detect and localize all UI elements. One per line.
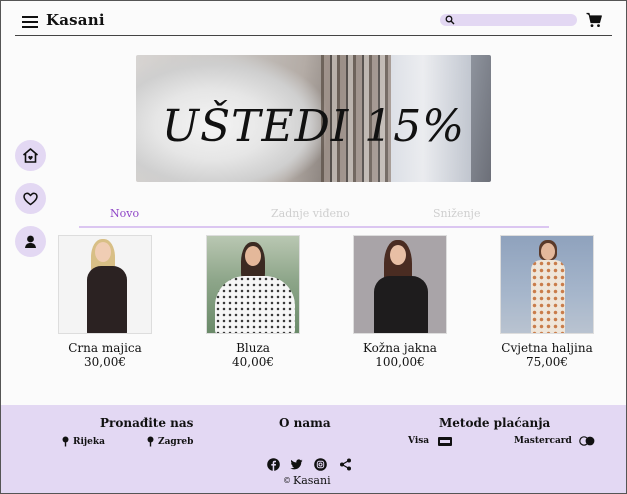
tab-new[interactable]: Novo (110, 207, 139, 220)
product-image (206, 235, 300, 334)
product-price: 40,00€ (232, 355, 274, 369)
product-image (58, 235, 152, 334)
product-card[interactable]: Bluza 40,00€ (206, 235, 300, 369)
location-zagreb[interactable]: Zagreb (146, 436, 193, 447)
visa-card-icon (438, 436, 453, 446)
tab-recently-viewed[interactable]: Zadnje viđeno (271, 207, 350, 220)
product-name: Crna majica (68, 341, 142, 355)
product-card[interactable]: Kožna jakna 100,00€ (353, 235, 447, 369)
mastercard-icon (579, 436, 595, 446)
profile-icon (25, 235, 36, 248)
hero-banner[interactable]: UŠTEDI 15% (136, 55, 491, 182)
tabs-underline (79, 226, 549, 228)
product-price: 30,00€ (84, 355, 126, 369)
product-name: Bluza (236, 341, 270, 355)
home-icon (22, 148, 39, 163)
payment-label: Visa (408, 436, 430, 446)
footer: Pronađite nas O nama Metode plaćanja Rij… (1, 405, 626, 493)
footer-payment-title: Metode plaćanja (439, 416, 551, 430)
instagram-icon[interactable] (314, 458, 327, 471)
payment-visa: Visa (408, 436, 453, 446)
copyright-icon: © (283, 476, 291, 485)
brand-logo[interactable]: Kasani (46, 11, 105, 29)
payment-mastercard: Mastercard (514, 436, 595, 446)
location-label: Rijeka (73, 436, 105, 447)
share-icon[interactable] (339, 458, 352, 471)
hero-text: UŠTEDI 15% (161, 101, 466, 152)
payment-label: Mastercard (514, 436, 572, 446)
tab-sale[interactable]: Sniženje (433, 207, 480, 220)
header-divider (15, 35, 612, 36)
product-name: Kožna jakna (363, 341, 437, 355)
menu-icon[interactable] (22, 16, 38, 28)
favorites-button[interactable] (15, 183, 46, 214)
cart-icon[interactable] (586, 12, 602, 28)
twitter-icon[interactable] (290, 458, 303, 471)
home-button[interactable] (15, 140, 46, 171)
product-image (500, 235, 594, 334)
product-card[interactable]: Crna majica 30,00€ (58, 235, 152, 369)
location-label: Zagreb (158, 436, 194, 447)
product-price: 100,00€ (375, 355, 425, 369)
location-pin-icon (62, 436, 69, 447)
product-card[interactable]: Cvjetna haljina 75,00€ (500, 235, 594, 369)
product-image (353, 235, 447, 334)
footer-about-link[interactable]: O nama (279, 416, 331, 430)
page: Kasani UŠTEDI 15% Novo Zadnje viđeno Sni… (0, 0, 627, 494)
copyright-label: Kasani (293, 474, 331, 487)
profile-button[interactable] (15, 226, 46, 257)
product-price: 75,00€ (526, 355, 568, 369)
footer-find-us-title: Pronađite nas (100, 416, 194, 430)
product-name: Cvjetna haljina (501, 341, 593, 355)
location-pin-icon (147, 436, 154, 447)
copyright: © Kasani (283, 474, 331, 487)
search-icon (445, 15, 455, 25)
facebook-icon[interactable] (267, 458, 280, 471)
location-rijeka[interactable]: Rijeka (61, 436, 105, 447)
search-input[interactable] (440, 14, 577, 26)
heart-icon (23, 192, 38, 206)
